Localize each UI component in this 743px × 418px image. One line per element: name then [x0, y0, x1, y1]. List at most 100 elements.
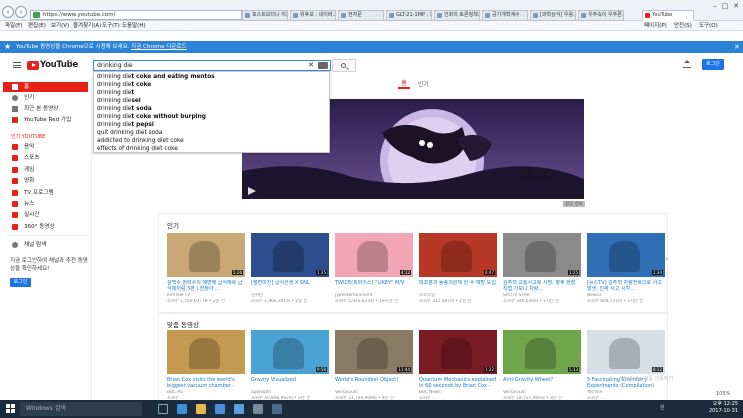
app-icon[interactable] — [253, 404, 263, 414]
minimize-button[interactable]: – — [710, 2, 720, 10]
video-channel[interactable]: BBC Ab — [167, 390, 245, 395]
search-input[interactable]: drinking die — [93, 60, 331, 71]
video-channel[interactable]: 예브와차 — [587, 390, 665, 395]
video-thumbnail[interactable] — [167, 330, 245, 374]
browser-tab[interactable]: 인화의 토론정책... — [434, 10, 480, 21]
upload-icon[interactable] — [683, 60, 691, 69]
video-channel[interactable]: 소조작업 — [419, 293, 497, 298]
file-explorer-icon[interactable] — [196, 404, 206, 414]
close-window-button[interactable]: ✕ — [731, 2, 741, 10]
page-menu[interactable]: 페이지(P) — [644, 22, 667, 30]
video-title[interactable]: 김주혁 교통사고로 사망, 향후 현장 직접 가보니 차량… — [503, 280, 581, 292]
video-title[interactable]: Gravity Visualized — [251, 377, 329, 389]
next-arrow-icon[interactable]: › — [665, 254, 668, 263]
suggestion-item[interactable]: addicted to drinking diet coke — [97, 137, 184, 145]
browser-tab[interactable]: 위후보 : 네이버... — [290, 10, 336, 21]
video-title[interactable]: Quantum Mechanics explained in 60 second… — [419, 377, 497, 389]
video-thumbnail[interactable]: 4:12 — [335, 233, 413, 277]
sidebar-item-browse-channels[interactable]: 채널 탐색 — [3, 240, 88, 250]
app-icon[interactable] — [272, 404, 282, 414]
tab-trending[interactable]: 인기 — [418, 79, 429, 88]
menu-view[interactable]: 보기(V) — [51, 22, 69, 30]
video-thumbnail[interactable]: 2:34 — [587, 233, 665, 277]
video-title[interactable]: TWICE(트와이스) "LIKEY" M/V — [335, 280, 413, 292]
video-channel[interactable]: Veritasium — [335, 390, 413, 395]
suggestion-item[interactable]: drinking diet coke without burping — [97, 113, 206, 121]
video-thumbnail[interactable]: 9:58 — [251, 330, 329, 374]
suggestion-item[interactable]: drinking diet — [97, 89, 134, 97]
sidebar-item-360[interactable]: 360° 동영상 — [3, 222, 88, 232]
browser-tab[interactable]: 전자문 — [338, 10, 384, 21]
video-title[interactable]: Brian Cox visits the world's biggest vac… — [167, 377, 245, 389]
edge-icon[interactable] — [177, 404, 187, 414]
address-bar[interactable]: https://www.youtube.com/ — [30, 10, 242, 20]
video-channel[interactable]: KimTew TV — [167, 293, 245, 298]
video-thumbnail[interactable]: 5:13 — [503, 330, 581, 374]
video-channel[interactable]: apbiogitn — [251, 390, 329, 395]
task-view-icon[interactable] — [158, 404, 168, 414]
sidebar-item-history[interactable]: 최근 본 동영상 — [3, 104, 88, 114]
suggestion-item[interactable]: drinking diet coke and eating mentos — [97, 73, 215, 81]
video-thumbnail[interactable]: 8:12 — [587, 330, 665, 374]
suggestion-item[interactable]: drinking diet coke — [97, 81, 151, 89]
browser-tab[interactable]: GLT-21-1MP : 용... — [386, 10, 432, 21]
menu-favorites[interactable]: 즐겨찾기(A) — [73, 22, 101, 30]
video-channel[interactable]: jypentertainment — [335, 293, 413, 298]
video-thumbnail[interactable]: 0:47 — [419, 233, 497, 277]
keyboard-icon[interactable] — [318, 62, 328, 69]
sidebar-item-youtube-red[interactable]: YouTube Red 가입 — [3, 115, 88, 125]
video-title[interactable]: 대조분과 동종의원체 한 수 예방 도입 — [419, 280, 497, 292]
sidebar-item-music[interactable]: 음악 — [3, 142, 88, 152]
video-channel[interactable]: SPOTV STAR — [503, 293, 581, 298]
menu-help[interactable]: 도움말(H) — [122, 22, 146, 30]
video-title[interactable]: Anti-Gravity Wheel? — [503, 377, 581, 389]
youtube-logo[interactable]: YouTube KR — [27, 59, 78, 71]
ie-icon[interactable] — [234, 404, 244, 414]
video-title[interactable]: World's Roundest Object! — [335, 377, 413, 389]
suggestion-item[interactable]: quit drinking diet soda — [97, 129, 162, 137]
video-thumbnail[interactable]: 1:22 — [419, 330, 497, 374]
video-title[interactable]: [뉴스TV] 김주혁 차량전복으로 사고 발생, 진짜 사고 시각… — [587, 280, 665, 292]
ad-info-label[interactable]: 광고 정보 — [563, 201, 585, 207]
browser-tab[interactable]: 공기개혁계수 — [482, 10, 528, 21]
system-tray-ime[interactable]: 한 — [660, 404, 665, 411]
sidebar-item-trending[interactable]: 인기 — [3, 93, 88, 103]
video-channel[interactable]: News1 — [587, 293, 665, 298]
taskbar-clock[interactable]: 오후 12:25 2017-10-31 — [704, 401, 738, 415]
video-thumbnail[interactable]: 1:35 — [251, 233, 329, 277]
video-thumbnail[interactable]: 5:26 — [167, 233, 245, 277]
sidebar-item-live[interactable]: 실시간 — [3, 210, 88, 220]
video-channel[interactable]: Veritasium — [503, 390, 581, 395]
video-title[interactable]: 설백수 권력수의 예변해 급식해록 급식체처럼 3편 | 한정아 … — [167, 280, 245, 292]
sidebar-item-news[interactable]: 뉴스 — [3, 199, 88, 209]
sidebar-item-tv[interactable]: TV 프로그램 — [3, 188, 88, 198]
browser-tab[interactable]: 우주속이 우주론... — [578, 10, 624, 21]
browser-tab[interactable]: [과학상식] 우용... — [530, 10, 576, 21]
suggestion-item[interactable]: effects of drinking diet coke — [97, 145, 178, 153]
sidebar-item-home[interactable]: 홈 — [3, 82, 88, 92]
sidebar-item-movies[interactable]: 영화 — [3, 176, 88, 186]
back-button[interactable]: ‹ — [2, 6, 14, 18]
store-icon[interactable] — [215, 404, 225, 414]
suggestion-item[interactable]: drinking diet soda — [97, 105, 152, 113]
menu-file[interactable]: 파일(F) — [5, 22, 23, 30]
chrome-download-link[interactable]: 지금 Chrome 다운로드 — [131, 44, 186, 50]
menu-icon[interactable] — [13, 62, 21, 68]
suggestion-item[interactable]: drinking diesel — [97, 97, 141, 105]
sidebar-item-sports[interactable]: 스포츠 — [3, 153, 88, 163]
video-channel[interactable]: BBC News — [419, 390, 497, 395]
maximize-button[interactable]: □ — [720, 2, 730, 10]
sidebar-item-gaming[interactable]: 게임 — [3, 165, 88, 175]
browser-tab[interactable]: YouTube — [642, 10, 694, 21]
suggestion-item[interactable]: drinking diet pepsi — [97, 121, 154, 129]
safety-menu[interactable]: 안전(S) — [674, 22, 692, 30]
menu-edit[interactable]: 편집(E) — [28, 22, 46, 30]
browser-tab[interactable]: 포스트모더니 지금... — [242, 10, 288, 21]
video-thumbnail[interactable]: 1:25 — [503, 233, 581, 277]
tools-menu[interactable]: 도구(O) — [699, 22, 718, 30]
sidebar-login-button[interactable]: 로그인 — [10, 278, 31, 287]
tab-home[interactable]: 홈 — [398, 78, 410, 89]
clear-search-icon[interactable]: ✕ — [306, 60, 316, 71]
windows-start-icon[interactable] — [6, 404, 16, 414]
video-title[interactable]: [썰변미친] 급식선생 X SNL — [251, 280, 329, 292]
